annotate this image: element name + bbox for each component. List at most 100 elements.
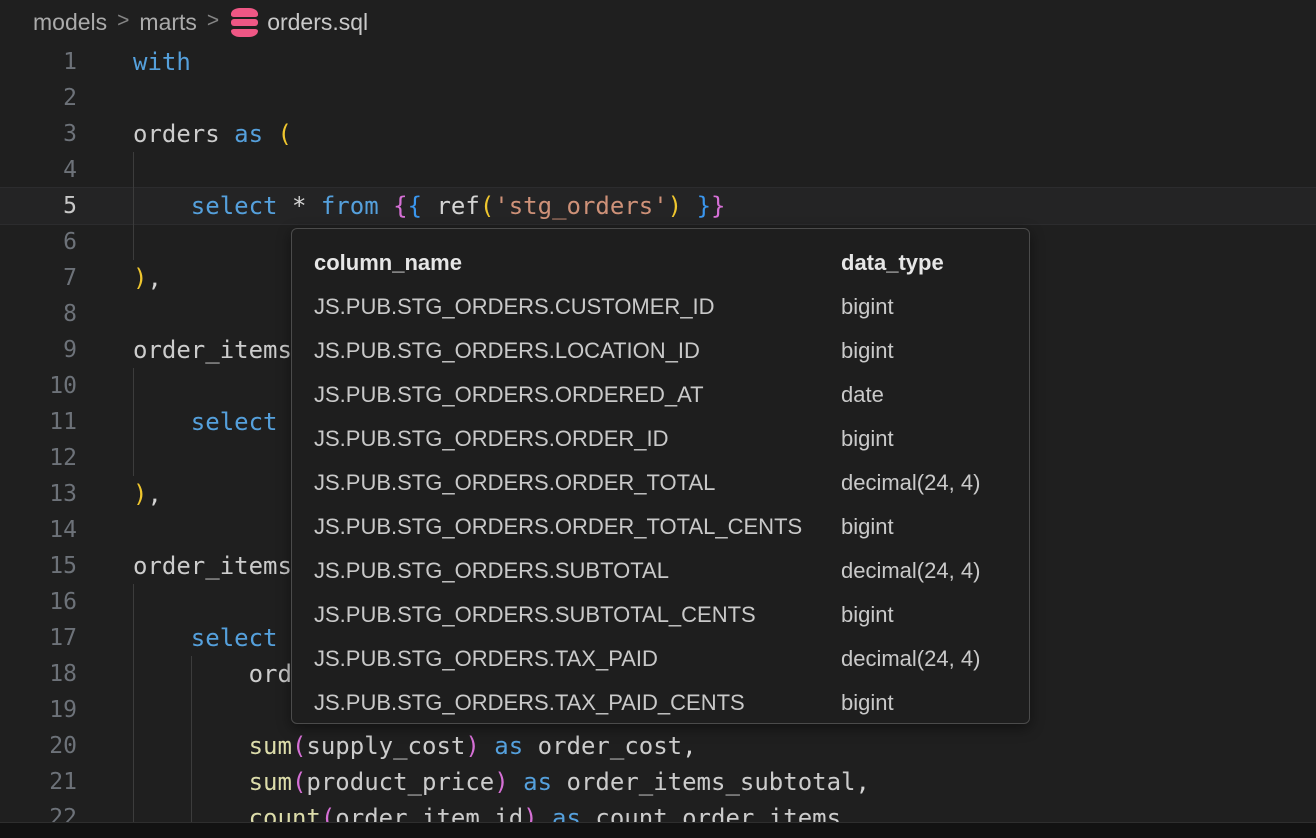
column-row: JS.PUB.STG_ORDERS.CUSTOMER_ID bigint xyxy=(292,285,1029,329)
breadcrumb-file-name[interactable]: orders.sql xyxy=(267,9,368,36)
code-line[interactable]: 5 select * from {{ ref('stg_orders') }} xyxy=(0,188,1316,224)
code-text: ), xyxy=(77,260,162,296)
line-number: 12 xyxy=(0,440,77,476)
code-token: , xyxy=(147,480,161,508)
code-text xyxy=(77,512,133,548)
code-token: ( xyxy=(292,732,306,760)
data-type-cell: bigint xyxy=(841,681,894,724)
breadcrumb-item-models[interactable]: models xyxy=(33,9,107,36)
line-number: 21 xyxy=(0,764,77,800)
line-number: 9 xyxy=(0,332,77,368)
code-token: sum xyxy=(249,768,292,796)
data-type-cell: bigint xyxy=(841,329,894,373)
column-name-cell: JS.PUB.STG_ORDERS.LOCATION_ID xyxy=(314,338,700,363)
code-token: orders xyxy=(133,120,234,148)
line-number: 2 xyxy=(0,80,77,116)
line-number: 5 xyxy=(0,188,77,224)
line-number: 20 xyxy=(0,728,77,764)
code-token: with xyxy=(133,48,191,76)
data-type-cell: bigint xyxy=(841,285,894,329)
column-row: JS.PUB.STG_ORDERS.ORDERED_AT date xyxy=(292,373,1029,417)
code-text xyxy=(77,224,133,260)
code-token xyxy=(422,192,436,220)
column-name-cell: JS.PUB.STG_ORDERS.CUSTOMER_ID xyxy=(314,294,715,319)
code-token xyxy=(552,768,566,796)
code-token: ref xyxy=(436,192,479,220)
code-token xyxy=(509,768,523,796)
line-number: 4 xyxy=(0,152,77,188)
column-row: JS.PUB.STG_ORDERS.SUBTOTAL_CENTSbigint xyxy=(292,593,1029,637)
code-token: ) xyxy=(494,768,508,796)
line-number: 14 xyxy=(0,512,77,548)
indent-guide xyxy=(191,656,192,838)
column-row: JS.PUB.STG_ORDERS.SUBTOTALdecimal(24, 4) xyxy=(292,549,1029,593)
code-text: sum(product_price) as order_items_subtot… xyxy=(77,764,870,800)
code-token: sum xyxy=(249,732,292,760)
code-line[interactable]: 3orders as ( xyxy=(0,116,1316,152)
data-type-cell: bigint xyxy=(841,593,894,637)
data-type-header: data_type xyxy=(841,241,944,285)
column-row: JS.PUB.STG_ORDERS.TAX_PAIDdecimal(24, 4) xyxy=(292,637,1029,681)
code-token: } xyxy=(697,192,711,220)
code-token xyxy=(523,732,537,760)
code-token xyxy=(263,120,277,148)
column-name-cell: JS.PUB.STG_ORDERS.ORDER_ID xyxy=(314,426,669,451)
data-type-cell: date xyxy=(841,373,884,417)
code-token: ( xyxy=(292,768,306,796)
code-text: ), xyxy=(77,476,162,512)
panel-divider xyxy=(0,822,1316,838)
code-text xyxy=(77,440,133,476)
code-line[interactable]: 20 sum(supply_cost) as order_cost, xyxy=(0,728,1316,764)
code-text: order_items xyxy=(77,332,292,368)
code-text: select xyxy=(77,404,278,440)
code-token: ( xyxy=(278,120,292,148)
line-number: 18 xyxy=(0,656,77,692)
code-token: select xyxy=(191,408,278,436)
data-type-cell: bigint xyxy=(841,505,894,549)
code-line[interactable]: 21 sum(product_price) as order_items_sub… xyxy=(0,764,1316,800)
code-token: from xyxy=(321,192,379,220)
column-row: JS.PUB.STG_ORDERS.LOCATION_ID bigint xyxy=(292,329,1029,373)
code-token: 'stg_orders' xyxy=(494,192,667,220)
code-token: ) xyxy=(133,264,147,292)
code-editor[interactable]: 1 with 23orders as (45 select * from {{ re… xyxy=(0,44,1316,838)
database-icon xyxy=(231,8,258,37)
code-token: ( xyxy=(480,192,494,220)
editor-window: models > marts > orders.sql 1with23order… xyxy=(0,0,1316,838)
chevron-right-icon: > xyxy=(117,9,129,33)
code-line[interactable]: 2 xyxy=(0,80,1316,116)
column-name-cell: JS.PUB.STG_ORDERS.ORDER_TOTAL xyxy=(314,470,715,495)
code-token: , xyxy=(147,264,161,292)
code-token xyxy=(682,192,696,220)
line-number: 1 xyxy=(0,44,77,80)
code-token xyxy=(306,192,320,220)
code-text: sum(supply_cost) as order_cost, xyxy=(77,728,697,764)
code-text: order_items xyxy=(77,548,292,584)
data-type-cell: decimal(24, 4) xyxy=(841,637,980,681)
code-text: ord xyxy=(77,656,292,692)
code-text xyxy=(77,152,133,188)
code-token: * xyxy=(292,192,306,220)
code-line[interactable]: 1 with xyxy=(0,44,1316,80)
column-row: JS.PUB.STG_ORDERS.ORDER_TOTALdecimal(24,… xyxy=(292,461,1029,505)
code-text: select * from {{ ref('stg_orders') }} xyxy=(77,188,725,224)
column-name-cell: JS.PUB.STG_ORDERS.ORDERED_AT xyxy=(314,382,704,407)
code-line[interactable]: 4 xyxy=(0,152,1316,188)
code-token: { xyxy=(393,192,407,220)
column-row: JS.PUB.STG_ORDERS.TAX_PAID_CENTSbigint xyxy=(292,681,1029,724)
line-number: 15 xyxy=(0,548,77,584)
code-token xyxy=(379,192,393,220)
column-row: JS.PUB.STG_ORDERS.ORDER_TOTAL_CENTSbigin… xyxy=(292,505,1029,549)
breadcrumb-item-marts[interactable]: marts xyxy=(139,9,197,36)
code-token: as xyxy=(234,120,263,148)
code-text: with xyxy=(77,44,191,80)
line-number: 6 xyxy=(0,224,77,260)
code-token xyxy=(133,624,191,652)
code-token: as xyxy=(494,732,523,760)
code-token: , xyxy=(682,732,696,760)
code-token: as xyxy=(523,768,552,796)
code-text: select xyxy=(77,620,278,656)
code-token: order_items xyxy=(133,552,292,580)
line-number: 10 xyxy=(0,368,77,404)
indent-guide xyxy=(133,584,134,838)
